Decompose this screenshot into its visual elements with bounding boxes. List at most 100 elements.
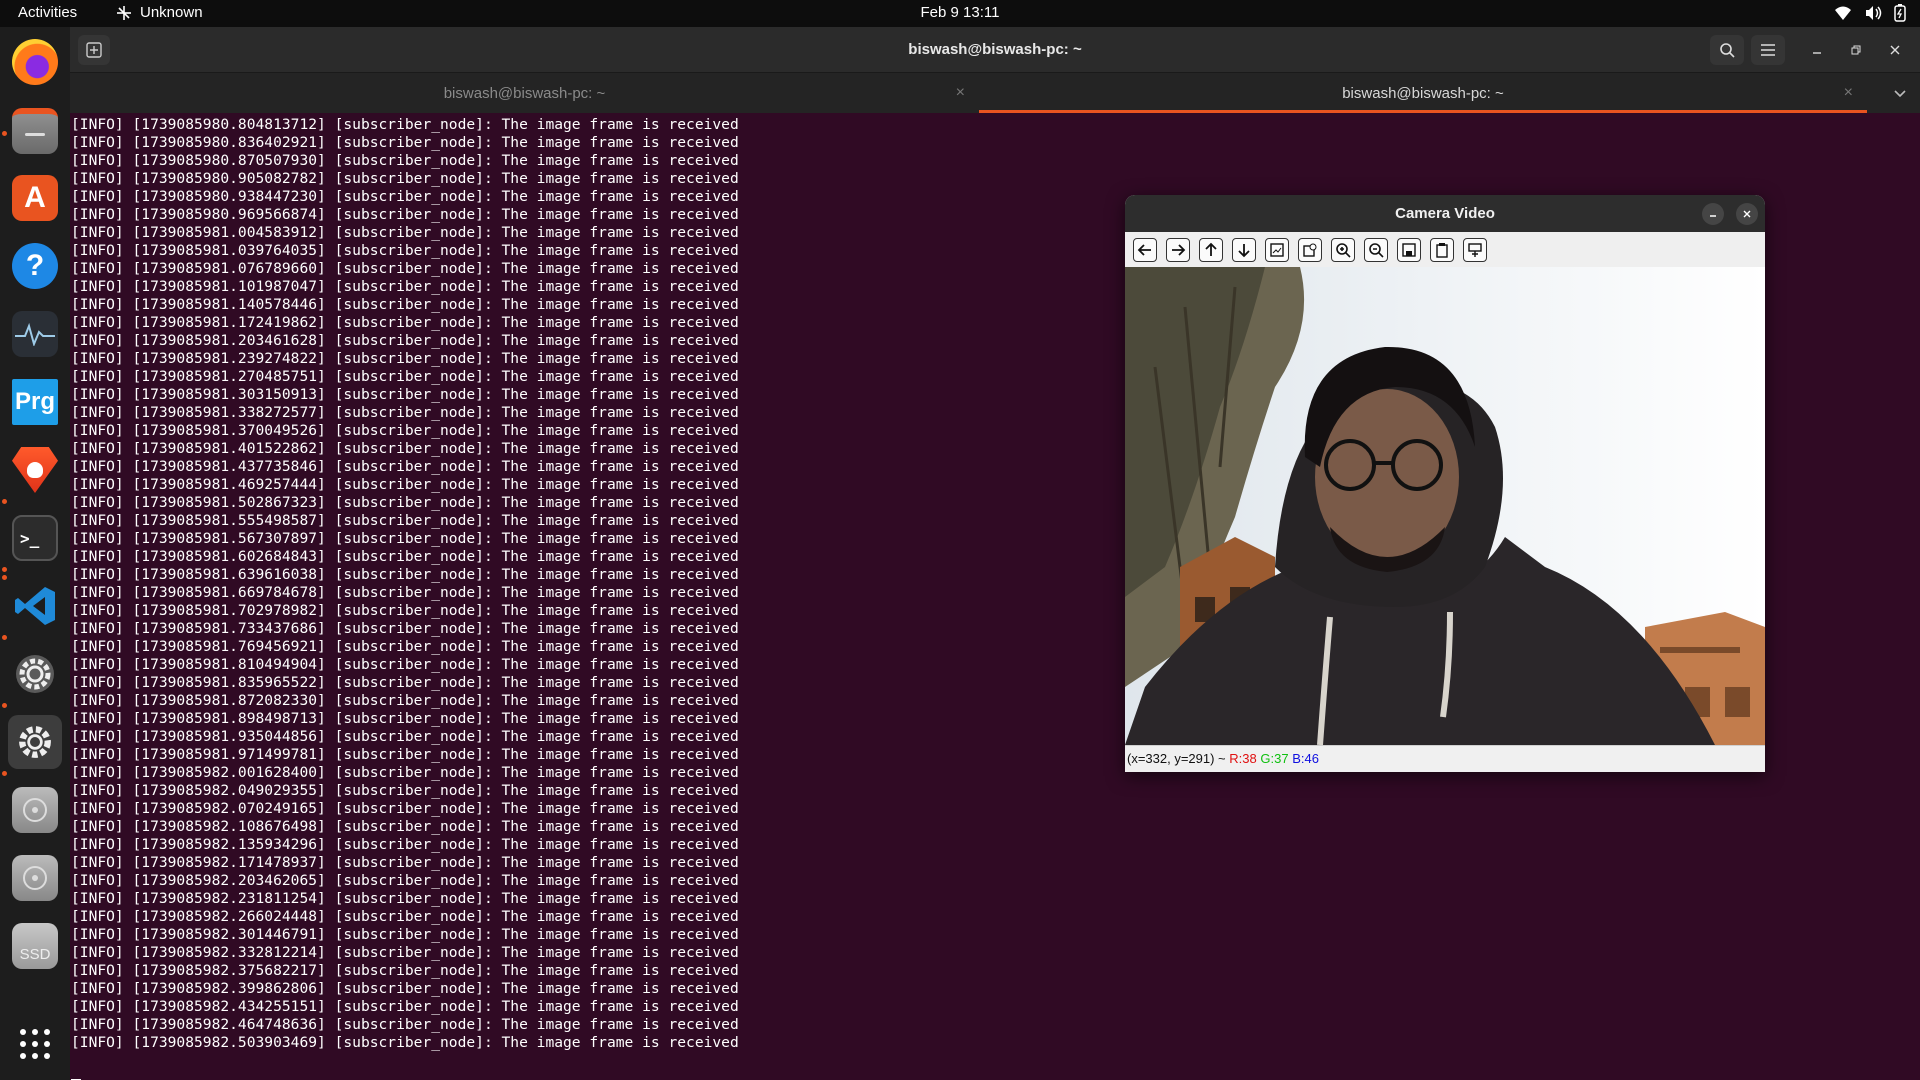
camera-titlebar[interactable]: Camera Video	[1125, 195, 1765, 232]
copy-icon	[1436, 243, 1448, 258]
new-tab-button[interactable]	[78, 35, 110, 65]
dock-item-brave[interactable]	[8, 443, 62, 497]
tab-list-button[interactable]	[1894, 85, 1906, 101]
pixel-coords: (x=332, y=291) ~	[1127, 751, 1226, 766]
camera-window: Camera Video (x=332, y=291) ~ R:38 G:37 …	[1125, 195, 1765, 772]
log-line: [INFO] [1739085982.171478937] [subscribe…	[71, 854, 739, 871]
camera-video-frame[interactable]	[1125, 267, 1765, 745]
menu-button[interactable]	[1751, 35, 1785, 65]
zoom-fit-button[interactable]	[1265, 238, 1289, 262]
zoom-in-icon	[1336, 243, 1351, 258]
pixel-blue: B:46	[1292, 751, 1319, 766]
zoom-fit-icon	[1270, 243, 1284, 257]
top-bar: Activities Unknown Feb 9 13:11	[0, 0, 1920, 27]
ssd-icon: SSD	[12, 923, 58, 969]
log-line: [INFO] [1739085982.464748636] [subscribe…	[71, 1016, 739, 1033]
zoom-original-button[interactable]	[1298, 238, 1322, 262]
app-name: Unknown	[140, 4, 203, 21]
log-line: [INFO] [1739085982.434255151] [subscribe…	[71, 998, 739, 1015]
log-line: [INFO] [1739085982.049029355] [subscribe…	[71, 782, 739, 799]
close-icon	[1743, 210, 1751, 218]
show-apps-button[interactable]	[8, 1017, 62, 1071]
dock-item-drive-1[interactable]	[8, 783, 62, 837]
pan-down-button[interactable]	[1232, 238, 1256, 262]
dock-item-vscode[interactable]	[8, 579, 62, 633]
pan-left-button[interactable]	[1133, 238, 1157, 262]
minimize-icon	[1710, 215, 1716, 217]
zoom-out-button[interactable]	[1364, 238, 1388, 262]
log-line: [INFO] [1739085982.231811254] [subscribe…	[71, 890, 739, 907]
dock-item-settings[interactable]	[8, 647, 62, 701]
new-tab-icon	[86, 42, 102, 58]
system-tray[interactable]	[1834, 4, 1906, 22]
gear-icon	[12, 719, 58, 765]
log-line: [INFO] [1739085980.905082782] [subscribe…	[71, 170, 739, 187]
copy-button[interactable]	[1430, 238, 1454, 262]
dock-item-terminal[interactable]: >_	[8, 511, 62, 565]
window-title: biswash@biswash-pc: ~	[908, 41, 1082, 58]
dock-item-settings-active[interactable]	[8, 715, 62, 769]
zoom-out-icon	[1369, 243, 1384, 258]
log-line: [INFO] [1739085982.203462065] [subscribe…	[71, 872, 739, 889]
pixel-green: G:37	[1260, 751, 1289, 766]
store-icon: A	[12, 175, 58, 221]
dock-item-ssd[interactable]: SSD	[8, 919, 62, 973]
camera-close-button[interactable]	[1736, 203, 1758, 225]
disk-icon	[12, 787, 58, 833]
minimize-icon	[1813, 52, 1821, 54]
log-line: [INFO] [1739085982.108676498] [subscribe…	[71, 818, 739, 835]
pan-right-button[interactable]	[1166, 238, 1190, 262]
log-line: [INFO] [1739085982.399862806] [subscribe…	[71, 980, 739, 997]
dock-item-files[interactable]	[8, 104, 62, 158]
camera-status-bar: (x=332, y=291) ~ R:38 G:37 B:46	[1125, 745, 1765, 772]
battery-icon	[1894, 4, 1906, 22]
properties-icon	[1468, 243, 1482, 257]
minimize-button[interactable]	[1800, 35, 1834, 65]
camera-minimize-button[interactable]	[1702, 203, 1724, 225]
dock: A ? Prg >_ SSD	[0, 27, 70, 1080]
zoom-in-button[interactable]	[1331, 238, 1355, 262]
app-menu[interactable]: Unknown	[116, 4, 203, 21]
save-button[interactable]	[1397, 238, 1421, 262]
save-icon	[1402, 243, 1416, 257]
terminal-icon: >_	[12, 515, 58, 561]
pan-up-icon	[1205, 242, 1217, 256]
log-line: [INFO] [1739085982.135934296] [subscribe…	[71, 836, 739, 853]
search-button[interactable]	[1710, 35, 1744, 65]
clock[interactable]: Feb 9 13:11	[921, 4, 1000, 21]
chevron-down-icon	[1894, 90, 1906, 98]
brave-icon	[12, 447, 58, 493]
dock-item-app-center[interactable]: A	[8, 171, 62, 225]
pan-up-button[interactable]	[1199, 238, 1223, 262]
camera-window-title: Camera Video	[1395, 205, 1495, 222]
app-indicator-icon	[117, 5, 131, 20]
log-line: [INFO] [1739085982.375682217] [subscribe…	[71, 962, 739, 979]
log-line: [INFO] [1739085982.301446791] [subscribe…	[71, 926, 739, 943]
close-icon	[1890, 45, 1900, 55]
dock-item-drive-2[interactable]	[8, 851, 62, 905]
dock-item-system-monitor[interactable]	[8, 307, 62, 361]
dock-item-firefox[interactable]	[8, 35, 62, 89]
maximize-button[interactable]	[1839, 35, 1873, 65]
close-button[interactable]	[1878, 35, 1912, 65]
log-line: [INFO] [1739085980.804813712] [subscribe…	[71, 116, 739, 133]
folder-icon	[12, 108, 58, 154]
close-tab-icon[interactable]: ×	[956, 84, 965, 102]
log-line: [INFO] [1739085980.836402921] [subscribe…	[71, 134, 739, 151]
close-tab-icon[interactable]: ×	[1844, 84, 1853, 102]
hamburger-icon	[1761, 44, 1775, 56]
properties-button[interactable]	[1463, 238, 1487, 262]
pulse-icon	[12, 311, 58, 357]
tab-2[interactable]: biswash@biswash-pc: ~ ×	[979, 73, 1867, 113]
log-line: [INFO] [1739085980.870507930] [subscribe…	[71, 152, 739, 169]
camera-toolbar	[1125, 232, 1765, 267]
activities-button[interactable]: Activities	[18, 4, 77, 21]
dock-item-help[interactable]: ?	[8, 239, 62, 293]
wifi-icon	[1835, 6, 1851, 20]
dock-item-prg[interactable]: Prg	[8, 375, 62, 429]
search-icon	[1720, 43, 1735, 58]
active-tab-indicator	[979, 110, 1867, 113]
tab-1[interactable]: biswash@biswash-pc: ~ ×	[70, 73, 979, 113]
volume-icon	[1866, 6, 1882, 20]
help-icon: ?	[12, 243, 58, 289]
